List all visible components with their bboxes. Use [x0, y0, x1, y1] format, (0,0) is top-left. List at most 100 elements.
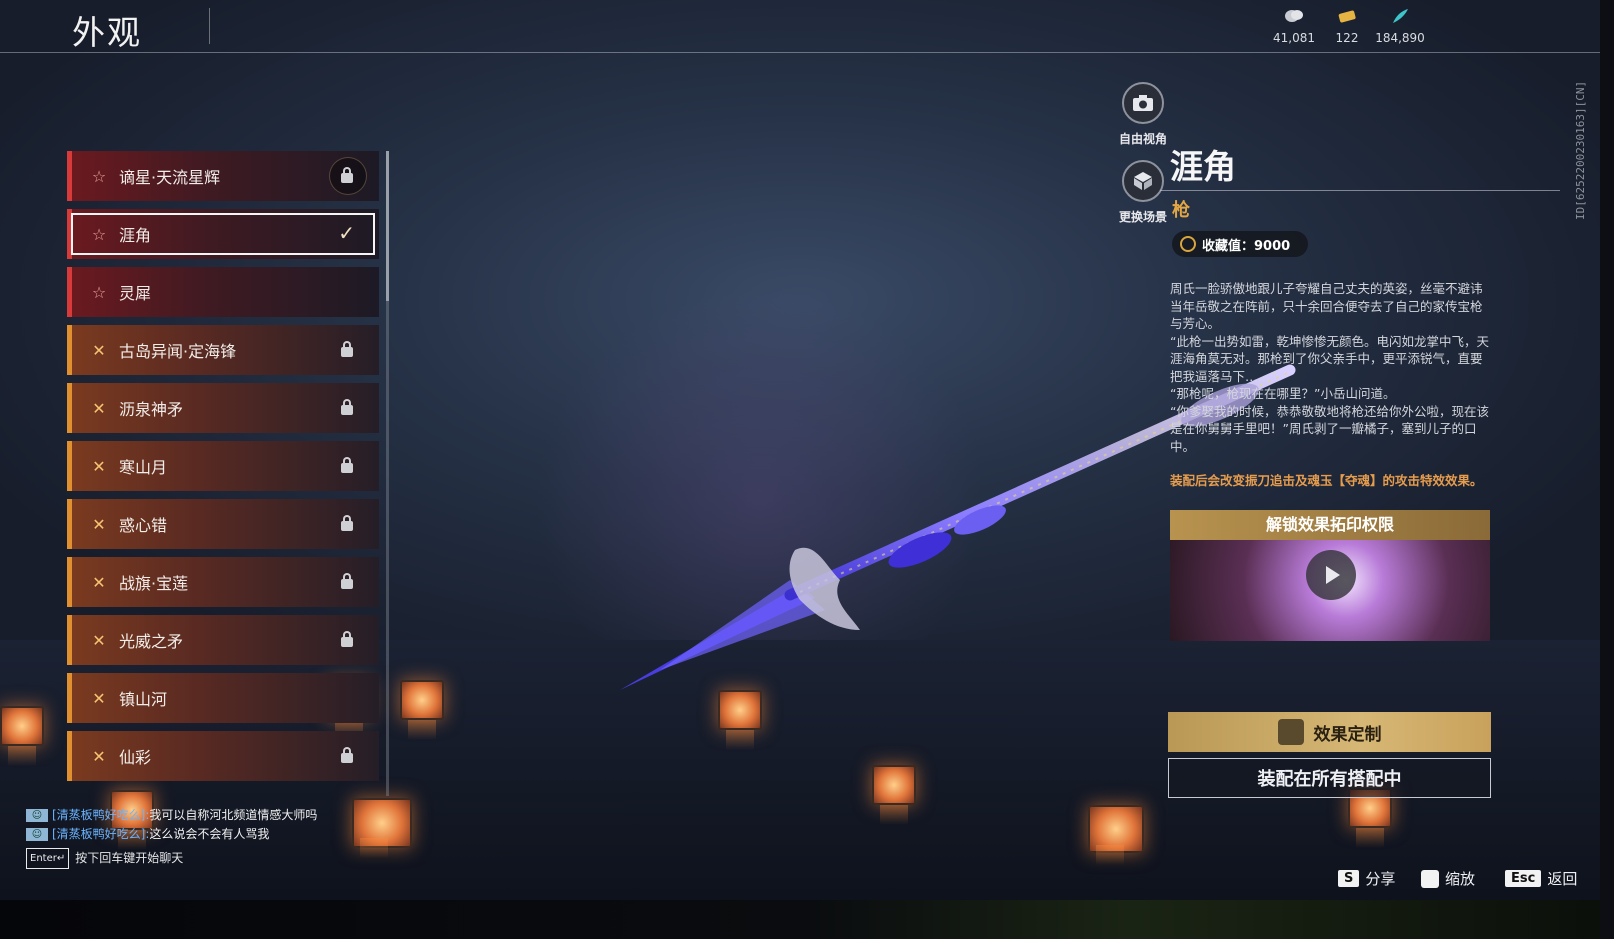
lock-icon	[339, 456, 355, 474]
collection-icon	[1180, 236, 1196, 252]
change-scene-label: 更换场景	[1118, 210, 1167, 224]
lantern	[0, 706, 44, 766]
list-item[interactable]: ✕ 沥泉神矛	[67, 383, 379, 433]
chat-user[interactable]: [清蒸板鸭好吃么]:	[52, 827, 149, 841]
chat-channel-icon: ☺	[26, 809, 48, 822]
effect-preview-card[interactable]: 解锁效果拓印权限	[1170, 510, 1490, 641]
collection-badge: 收藏值：9000	[1172, 231, 1309, 257]
list-item-label: 镇山河	[119, 690, 168, 709]
list-item-label: 灵犀	[119, 284, 152, 303]
lock-icon	[339, 746, 355, 764]
zoom-hint[interactable]: 缩放	[1421, 868, 1475, 889]
equip-all-button[interactable]: 装配在所有搭配中	[1168, 758, 1491, 798]
chat-message: ☺ [清蒸板鸭好吃么]:这么说会不会有人骂我	[26, 825, 326, 844]
enter-key: Enter↵	[26, 848, 70, 869]
chat-user[interactable]: [清蒸板鸭好吃么]:	[52, 808, 149, 822]
zoom-label: 缩放	[1445, 870, 1476, 888]
list-item-label: 涯角	[119, 226, 152, 245]
scrollbar-thumb[interactable]	[386, 151, 389, 301]
cross-swords-icon: ✕	[92, 398, 106, 418]
player-id: ID[6252200230163][CN]	[1574, 80, 1587, 220]
chat-input-hint[interactable]: Enter↵ 按下回车键开始聊天	[26, 848, 326, 869]
cross-swords-icon: ✕	[92, 340, 106, 360]
lock-icon	[339, 572, 355, 590]
lock-icon	[339, 398, 355, 416]
collection-value: 收藏值：9000	[1202, 238, 1291, 254]
lock-icon	[339, 166, 355, 184]
list-item[interactable]: ✕ 惑心错	[67, 499, 379, 549]
bottom-strip	[0, 900, 1614, 939]
lantern	[352, 798, 412, 858]
page-title: 外观	[72, 13, 142, 52]
cross-swords-icon: ✕	[92, 456, 106, 476]
share-label: 分享	[1365, 870, 1396, 888]
list-item-label: 惑心错	[119, 516, 168, 535]
cross-swords-icon: ✕	[92, 746, 106, 766]
list-item-label: 古岛异闻·定海锋	[119, 342, 237, 361]
change-scene-button[interactable]: 更换场景	[1108, 160, 1178, 225]
feather-icon	[1393, 9, 1408, 23]
free-camera-button[interactable]: 自由视角	[1108, 82, 1178, 147]
lock-icon	[339, 630, 355, 648]
list-item[interactable]: ✕ 仙彩	[67, 731, 379, 781]
share-hint[interactable]: S 分享	[1338, 868, 1395, 889]
list-item-label: 寒山月	[119, 458, 168, 477]
effect-note: 装配后会改变振刀追击及魂玉【夺魂】的攻击特效效果。	[1170, 473, 1483, 488]
cube-icon	[1122, 160, 1164, 202]
lock-icon	[339, 340, 355, 358]
lantern	[1088, 805, 1144, 865]
list-item[interactable]: ✕ 寒山月	[67, 441, 379, 491]
lock-icon	[339, 514, 355, 532]
chat-message: ☺ [清蒸板鸭好吃么]:我可以自称河北频道情感大师吗	[26, 806, 326, 825]
back-label: 返回	[1547, 870, 1578, 888]
list-item-selected[interactable]: ☆ 涯角 ✓	[67, 209, 379, 259]
equip-all-label: 装配在所有搭配中	[1257, 769, 1402, 790]
list-item[interactable]: ☆ 灵犀	[67, 267, 379, 317]
share-key: S	[1338, 870, 1360, 887]
list-item-label: 战旗·宝莲	[119, 574, 189, 593]
list-item[interactable]: ✕ 古岛异闻·定海锋	[67, 325, 379, 375]
top-bar: 外观 41,081 122 184,890	[0, 0, 1600, 52]
chat-hint-text: 按下回车键开始聊天	[75, 851, 184, 865]
play-icon[interactable]	[1306, 550, 1356, 600]
back-key: Esc	[1505, 870, 1542, 887]
currency-feather-value: 184,890	[1375, 31, 1425, 45]
chat-channel-icon: ☺	[26, 828, 48, 841]
ticket-icon	[1338, 10, 1356, 23]
list-item-label: 仙彩	[119, 748, 152, 767]
list-item[interactable]: ✕ 战旗·宝莲	[67, 557, 379, 607]
star-icon: ☆	[91, 282, 107, 302]
item-name: 涯角	[1170, 147, 1236, 186]
list-item-label: 光威之矛	[119, 632, 184, 651]
star-icon: ☆	[91, 224, 107, 244]
item-type: 枪	[1172, 200, 1190, 221]
chat-box: ☺ [清蒸板鸭好吃么]:我可以自称河北频道情感大师吗 ☺ [清蒸板鸭好吃么]:这么说…	[26, 806, 326, 869]
mouse-icon	[1421, 869, 1439, 888]
cross-swords-icon: ✕	[92, 688, 106, 708]
customize-effect-label: 效果定制	[1313, 724, 1382, 745]
customize-effect-button[interactable]: 效果定制	[1168, 712, 1491, 752]
lantern	[400, 680, 444, 740]
chat-text: 这么说会不会有人骂我	[149, 827, 270, 841]
back-hint[interactable]: Esc 返回	[1505, 868, 1577, 889]
spear-icon	[1277, 719, 1304, 745]
coin-icon	[1285, 10, 1303, 22]
list-scrollbar[interactable]	[386, 151, 389, 796]
title-divider	[209, 8, 210, 44]
checkmark-icon: ✓	[338, 221, 355, 245]
list-item[interactable]: ☆ 谪星·天流星辉	[67, 151, 379, 201]
right-strip	[1600, 0, 1614, 939]
list-item-label: 沥泉神矛	[119, 400, 184, 419]
chat-text: 我可以自称河北频道情感大师吗	[149, 808, 318, 822]
cross-swords-icon: ✕	[92, 514, 106, 534]
appearance-list[interactable]: ☆ 谪星·天流星辉 ☆ 涯角 ✓ ☆ 灵犀 ✕ 古岛异闻·定海锋 ✕ 沥泉神矛 …	[67, 151, 383, 796]
top-divider	[0, 52, 1600, 53]
effect-preview-thumbnail[interactable]	[1170, 540, 1490, 641]
cross-swords-icon: ✕	[92, 630, 106, 650]
item-description: 周氏一脸骄傲地跟儿子夸耀自己丈夫的英姿，丝毫不避讳当年岳敬之在阵前，只十余回合便…	[1170, 281, 1489, 454]
camera-icon	[1122, 82, 1164, 124]
list-item-label: 谪星·天流星辉	[119, 168, 221, 187]
lantern	[872, 765, 916, 825]
list-item[interactable]: ✕ 光威之矛	[67, 615, 379, 665]
list-item[interactable]: ✕ 镇山河	[67, 673, 379, 723]
